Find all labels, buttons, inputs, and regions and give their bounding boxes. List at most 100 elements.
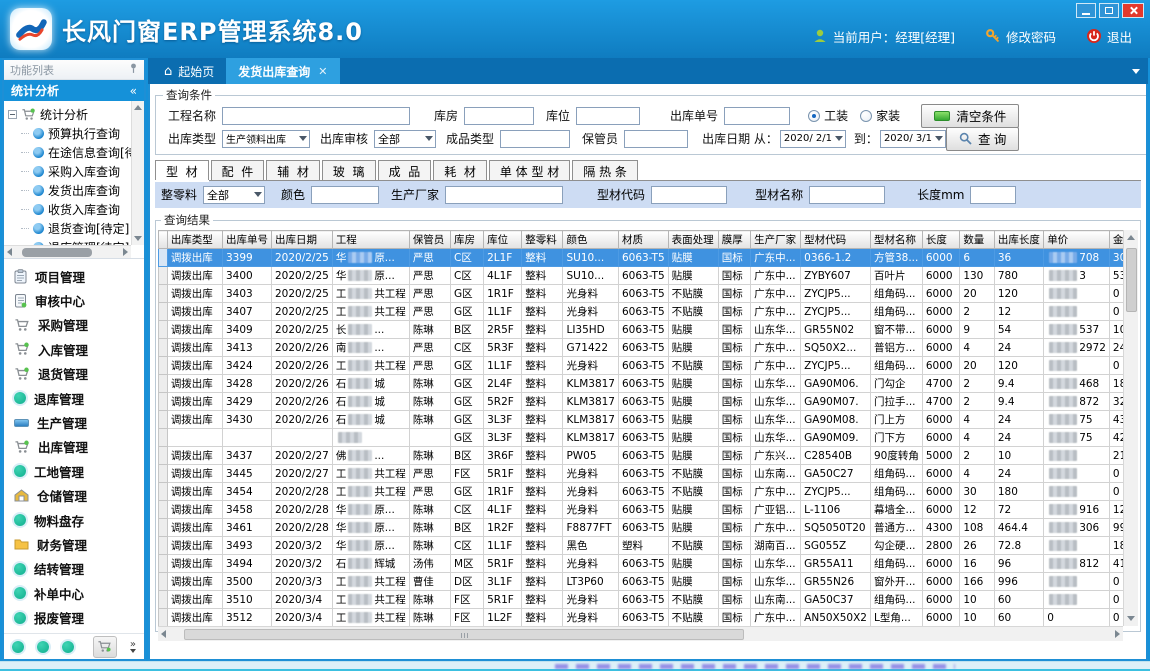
- project-name-input[interactable]: [222, 107, 410, 125]
- sidebar-item-退货管理[interactable]: 退货管理: [4, 362, 144, 386]
- sidebar-item-仓储管理[interactable]: 仓储管理: [4, 484, 144, 508]
- column-header[interactable]: 单价: [1044, 231, 1110, 249]
- table-row[interactable]: 调拨出库35122020/3/4工共工程陈琳F区1L2F整料光身料6063-T5…: [159, 609, 1138, 627]
- collapsed-module-icon[interactable]: [37, 641, 49, 653]
- table-row[interactable]: G区3L3F整料KLM38176063-T5贴膜国标山东华...GA90M09.…: [159, 429, 1138, 447]
- tab-shipment-outbound-query[interactable]: 发货出库查询 ✕: [226, 58, 339, 84]
- sidebar-item-结转管理[interactable]: 结转管理: [4, 557, 144, 581]
- sidebar-item-工地管理[interactable]: 工地管理: [4, 459, 144, 483]
- sidebar-item-物料盘存[interactable]: 物料盘存: [4, 508, 144, 532]
- collapse-icon[interactable]: «: [130, 84, 137, 98]
- table-row[interactable]: 调拨出库34372020/2/27佛...陈琳B区3R6F整料PW056063-…: [159, 447, 1138, 465]
- table-row[interactable]: 调拨出库34292020/2/26石城陈琳G区5R2F整料KLM38176063…: [159, 393, 1138, 411]
- table-row[interactable]: 调拨出库34242020/2/26工共工程严思G区1L1F整料光身料6063-T…: [159, 357, 1138, 375]
- outbound-type-select[interactable]: 生产领料出库: [222, 130, 310, 148]
- close-button[interactable]: [1122, 3, 1144, 18]
- date-from-picker[interactable]: 2020/ 2/16: [780, 130, 846, 148]
- warehouse-input[interactable]: [464, 107, 534, 125]
- column-header[interactable]: 数量: [960, 231, 995, 249]
- table-row[interactable]: 调拨出库34612020/2/28华原...陈琳B区1R2F整料F8877FT6…: [159, 519, 1138, 537]
- table-row[interactable]: 调拨出库35102020/3/4工共工程陈琳F区5R1F整料光身料6063-T5…: [159, 591, 1138, 609]
- material-tab[interactable]: 配 件: [211, 160, 265, 180]
- material-tab[interactable]: 玻 璃: [322, 160, 376, 180]
- column-header[interactable]: 库房: [451, 231, 484, 249]
- scrollbar-thumb[interactable]: [22, 248, 92, 257]
- order-no-input[interactable]: [724, 107, 790, 125]
- table-row[interactable]: 调拨出库34072020/2/25工共工程严思G区1L1F整料光身料6063-T…: [159, 303, 1138, 321]
- column-header[interactable]: 出库长度: [994, 231, 1043, 249]
- scrollbar-thumb[interactable]: [184, 629, 744, 640]
- radio-gongzhuang[interactable]: [808, 110, 820, 122]
- table-row[interactable]: 调拨出库34452020/2/27工共工程严思F区5R1F整料光身料6063-T…: [159, 465, 1138, 483]
- cart-module-button[interactable]: [93, 636, 117, 658]
- tree-expander-icon[interactable]: [8, 110, 17, 119]
- sidebar-section-statistics[interactable]: 统计分析 «: [4, 80, 144, 101]
- audit-select[interactable]: 全部: [374, 130, 436, 148]
- zhengling-select[interactable]: 全部: [203, 186, 265, 204]
- grid-horizontal-scrollbar[interactable]: [158, 626, 1123, 641]
- minimize-button[interactable]: [1076, 3, 1096, 18]
- column-header[interactable]: 出库日期: [271, 231, 332, 249]
- manufacturer-input[interactable]: [445, 186, 563, 204]
- tree-horizontal-scrollbar[interactable]: [4, 245, 131, 258]
- column-header[interactable]: 保管员: [409, 231, 450, 249]
- sidebar-item-报废管理[interactable]: 报废管理: [4, 605, 144, 629]
- tab-home[interactable]: ⌂ 起始页: [152, 58, 226, 84]
- change-password-button[interactable]: 修改密码: [985, 27, 1056, 46]
- sidebar-item-入库管理[interactable]: 入库管理: [4, 337, 144, 361]
- table-row[interactable]: 调拨出库34542020/2/28工共工程严思G区1R1F整料光身料6063-T…: [159, 483, 1138, 501]
- collapsed-module-icon[interactable]: [62, 641, 74, 653]
- sidebar-item-补单中心[interactable]: 补单中心: [4, 581, 144, 605]
- sidebar-item-出库管理[interactable]: 出库管理: [4, 435, 144, 459]
- material-tab[interactable]: 耗 材: [433, 160, 487, 180]
- color-input[interactable]: [311, 186, 379, 204]
- sidebar-item-审核中心[interactable]: 审核中心: [4, 288, 144, 312]
- pin-icon[interactable]: [129, 63, 138, 77]
- column-header[interactable]: 颜色: [563, 231, 619, 249]
- date-to-picker[interactable]: 2020/ 3/16: [880, 130, 946, 148]
- material-tab[interactable]: 单 体 型 材: [489, 160, 570, 180]
- sidebar-item-退库管理[interactable]: 退库管理: [4, 386, 144, 410]
- table-row[interactable]: 调拨出库34132020/2/26南...严思C区5R3F整料G71422606…: [159, 339, 1138, 357]
- table-row[interactable]: 调拨出库34032020/2/25工共工程严思G区1R1F整料光身料6063-T…: [159, 285, 1138, 303]
- tree-root-statistics[interactable]: 统计分析: [8, 105, 144, 124]
- tabstrip-dropdown-caret[interactable]: [1132, 69, 1140, 74]
- column-header[interactable]: 型材名称: [870, 231, 922, 249]
- tab-close-icon[interactable]: ✕: [318, 65, 327, 78]
- table-row[interactable]: 调拨出库34942020/3/2石辉城汤伟M区5R1F整料光身料6063-T5贴…: [159, 555, 1138, 573]
- keeper-input[interactable]: [624, 130, 688, 148]
- radio-jiazhuang[interactable]: [860, 110, 872, 122]
- collapsed-module-icon[interactable]: [12, 641, 24, 653]
- length-input[interactable]: [970, 186, 1016, 204]
- table-row[interactable]: 调拨出库34282020/2/26石城陈琳G区2L4F整料KLM38176063…: [159, 375, 1138, 393]
- scrollbar-thumb[interactable]: [1126, 248, 1137, 312]
- tree-item[interactable]: 收货入库查询: [8, 200, 144, 219]
- sidebar-item-项目管理[interactable]: 项目管理: [4, 264, 144, 288]
- column-header[interactable]: 表面处理: [668, 231, 718, 249]
- column-header[interactable]: 出库类型: [167, 231, 222, 249]
- table-row[interactable]: 调拨出库34932020/3/2华原...陈琳C区1L1F整料黑色塑料不贴膜国标…: [159, 537, 1138, 555]
- table-row[interactable]: 调拨出库34002020/2/25华原...严思C区4L1F整料SU10...6…: [159, 267, 1138, 285]
- tree-vertical-scrollbar[interactable]: [131, 101, 144, 245]
- column-header[interactable]: 材质: [619, 231, 669, 249]
- column-header[interactable]: 长度: [922, 231, 959, 249]
- column-header[interactable]: 整零料: [522, 231, 563, 249]
- material-tab[interactable]: 隔 热 条: [572, 160, 638, 180]
- clear-conditions-button[interactable]: 清空条件: [921, 104, 1019, 128]
- tree-item[interactable]: 预算执行查询: [8, 124, 144, 143]
- material-tab[interactable]: 辅 材: [266, 160, 320, 180]
- column-header[interactable]: 工程: [332, 231, 409, 249]
- sidebar-overflow-button[interactable]: »: [130, 641, 136, 653]
- material-tab[interactable]: 成 品: [378, 160, 432, 180]
- grid-vertical-scrollbar[interactable]: [1123, 230, 1138, 626]
- logout-button[interactable]: 退出: [1086, 27, 1132, 46]
- table-row[interactable]: 调拨出库34582020/2/28华原...陈琳C区4L1F整料光身料6063-…: [159, 501, 1138, 519]
- search-button[interactable]: 查 询: [946, 127, 1019, 151]
- table-row[interactable]: 调拨出库35002020/3/3工共工程曹佳D区3L1F整料LT3P606063…: [159, 573, 1138, 591]
- tree-item[interactable]: 在途信息查询[待: [8, 143, 144, 162]
- tree-item[interactable]: 发货出库查询: [8, 181, 144, 200]
- maximize-button[interactable]: [1099, 3, 1119, 18]
- table-row[interactable]: 调拨出库34302020/2/26石城陈琳G区3L3F整料KLM38176063…: [159, 411, 1138, 429]
- profile-name-input[interactable]: [809, 186, 885, 204]
- table-row[interactable]: 调拨出库33992020/2/25华原...严思C区2L1F整料SU10...6…: [159, 249, 1138, 267]
